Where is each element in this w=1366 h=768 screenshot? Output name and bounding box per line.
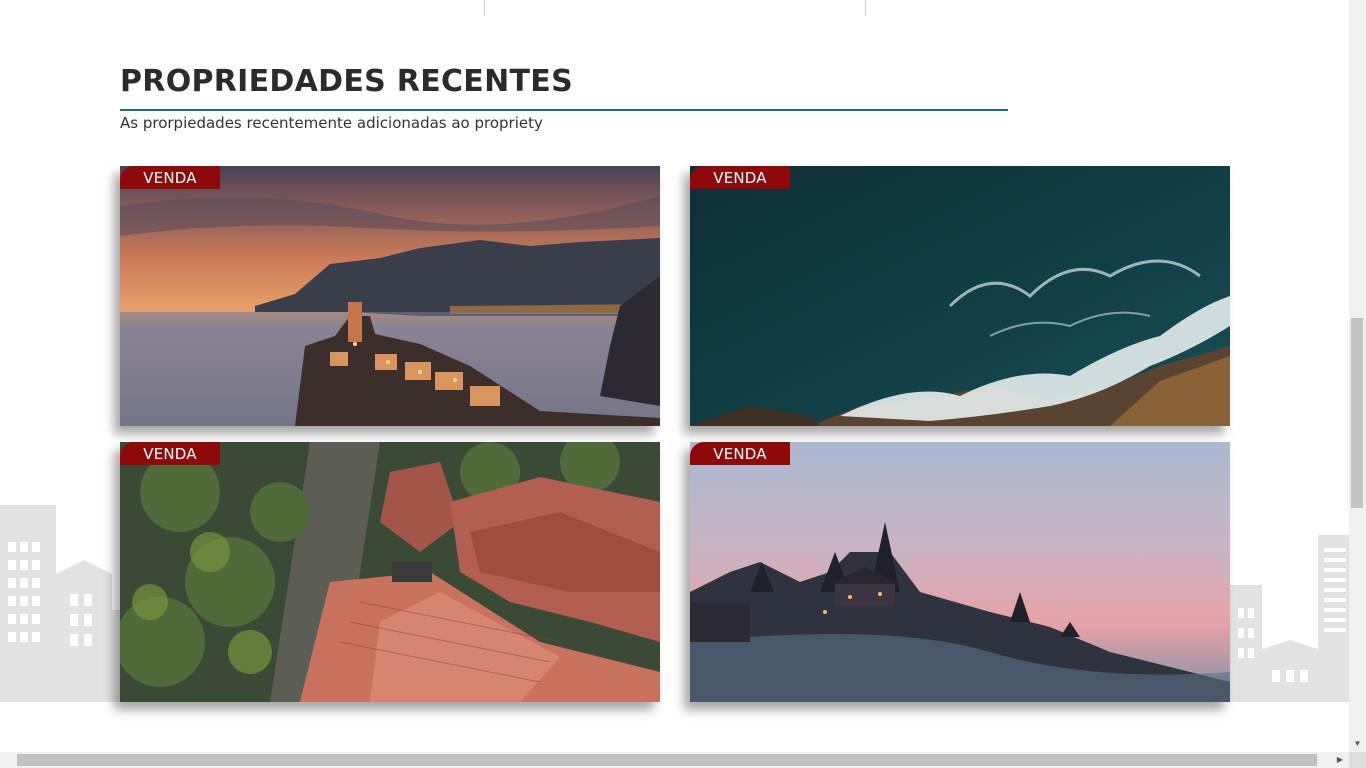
property-card[interactable]: VENDA (120, 166, 660, 426)
property-photo-coastal-village (120, 166, 660, 426)
horizontal-scrollbar[interactable]: ▶ (0, 752, 1349, 768)
stats-divider-2 (865, 0, 866, 16)
scroll-down-arrow-icon[interactable]: ▼ (1349, 738, 1366, 750)
vertical-scrollbar-thumb[interactable] (1351, 318, 1363, 508)
property-photo-foggy-hillside (690, 442, 1230, 702)
property-photo-red-roofs (120, 442, 660, 702)
sale-badge: VENDA (690, 442, 790, 465)
property-card[interactable]: VENDA (690, 166, 1230, 426)
property-card[interactable]: VENDA (690, 442, 1230, 702)
section-subtitle: As prorpiedades recentemente adicionadas… (120, 114, 543, 132)
sale-badge: VENDA (120, 166, 220, 189)
scroll-right-arrow-icon[interactable]: ▶ (1333, 752, 1347, 768)
scrollbar-corner (1349, 752, 1366, 768)
stats-divider-1 (484, 0, 485, 16)
vertical-scrollbar[interactable]: ▼ (1349, 0, 1366, 752)
page-background-strip (0, 702, 1349, 752)
section-title-underline (120, 109, 1008, 111)
sale-badge: VENDA (120, 442, 220, 465)
property-card[interactable]: VENDA (120, 442, 660, 702)
horizontal-scrollbar-thumb[interactable] (17, 754, 1317, 766)
property-photo-ocean-waves (690, 166, 1230, 426)
section-title: PROPRIEDADES RECENTES (120, 64, 573, 99)
sale-badge: VENDA (690, 166, 790, 189)
